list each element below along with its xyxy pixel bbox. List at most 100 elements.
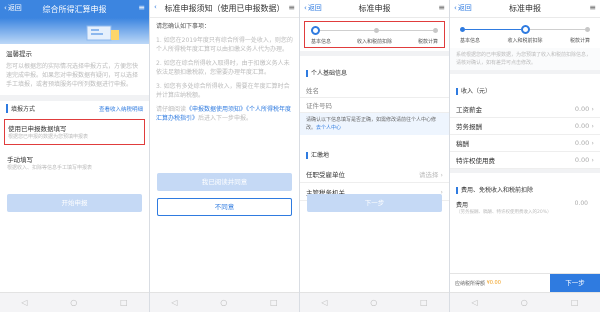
page-title: 标准申报 — [358, 4, 391, 13]
system-navbar: ◁ ○ □ — [0, 292, 149, 312]
panel-4: ‹ 返回 标准申报 ≡ 基本信息 收入和税前扣除 税款计算 系统根据您的已申报数据… — [450, 0, 600, 312]
footer-bar: 应纳税所得额 ¥0.00 下一步 — [450, 273, 600, 292]
start-button[interactable]: 开始申报 — [7, 194, 142, 212]
footer-value: ¥0.00 — [486, 280, 501, 286]
back-button[interactable]: ‹ 返回 — [304, 3, 322, 13]
more-icon[interactable]: ≡ — [288, 3, 295, 12]
income-row[interactable]: 稿酬 0.00 › — [450, 135, 600, 152]
system-navbar: ◁ ○ □ — [450, 292, 600, 312]
step-label: 收入和税前扣除 — [507, 38, 543, 44]
step-labels: 基本信息 收入和税前扣除 税款计算 — [460, 37, 590, 44]
cost-row[interactable]: 费用 （劳务报酬、稿酬、特许权使用费收入的20%） 0.00 — [450, 200, 600, 216]
panel-1: ‹ 返回 综合所得汇算申报 ≡ 温馨提示 您可以根据您的实际情况选择申报方式，方便… — [0, 0, 150, 312]
step-label: 税款计算 — [417, 39, 438, 45]
notice-section: 温馨提示 您可以根据您的实际情况选择申报方式，方便您快速完成申报。如果您对申报数… — [0, 44, 149, 93]
notice-body: 请您确认如下事项： 1. 如您在2019年度只有综合所得一处收入，则您的个人所得… — [150, 18, 299, 127]
step-labels: 基本信息 收入和税前扣除 税款计算 — [311, 38, 438, 45]
chevron-right-icon: › — [589, 105, 594, 113]
recent-nav-icon[interactable]: □ — [571, 298, 579, 307]
notice-text: 系统根据您的已申报数据，为您预填了收入和税前扣除信息，请核对确认，如有差异可点击… — [450, 48, 600, 70]
panel-2: ‹ 标准申报须知（使用已申报数据） ≡ 请您确认如下事项： 1. 如您在2019… — [150, 0, 300, 312]
income-value: 0.00 › — [574, 139, 594, 147]
more-icon[interactable]: ≡ — [438, 3, 445, 12]
page-title: 综合所得汇算申报 — [42, 4, 107, 14]
item-2: 2. 如您在综合所得收入取得时，由于扣缴义务人未依法足额扣缴税款，您需要办理年度… — [156, 60, 290, 76]
income-list: 工资薪金 0.00 › 劳务报酬 0.00 › 稿酬 0.00 › 特许权使用费 0.00 › — [450, 101, 600, 169]
recent-nav-icon[interactable]: □ — [420, 298, 428, 307]
back-nav-icon[interactable]: ◁ — [21, 298, 27, 307]
back-button[interactable]: ‹ — [154, 3, 157, 11]
notice-title: 温馨提示 — [6, 50, 32, 58]
home-nav-icon[interactable]: ○ — [370, 298, 377, 307]
income-row[interactable]: 特许权使用费 0.00 › — [450, 152, 600, 169]
banner — [0, 18, 149, 44]
back-nav-icon[interactable]: ◁ — [321, 298, 327, 307]
step-label: 收入和税前扣除 — [356, 39, 392, 45]
chevron-left-icon: ‹ — [154, 3, 157, 11]
area-row[interactable]: 任职受雇单位 请选择 › — [300, 165, 449, 183]
item-3: 3. 如您有多处综合所得收入，需要在年度汇算时合并计算应纳税额。 — [156, 83, 290, 99]
next-button[interactable]: 下一步 — [550, 274, 600, 292]
chevron-right-icon: › — [589, 156, 594, 164]
cost-note: （劳务报酬、稿酬、特许权使用费收入的20%） — [456, 210, 552, 215]
header: ‹ 返回 综合所得汇算申报 ≡ — [0, 0, 149, 18]
agree-button[interactable]: 我已阅读并同意 — [157, 173, 292, 191]
back-nav-icon[interactable]: ◁ — [171, 298, 177, 307]
chevron-right-icon: › — [589, 122, 594, 130]
cost-section: 费用、免税收入和税前扣除 — [450, 173, 600, 200]
home-nav-icon[interactable]: ○ — [220, 298, 227, 307]
income-value: 0.00 › — [574, 105, 594, 113]
back-nav-icon[interactable]: ◁ — [472, 298, 478, 307]
page-title: 标准申报 — [509, 4, 541, 13]
step-label: 基本信息 — [311, 39, 332, 45]
banner-illustration-icon — [86, 25, 119, 41]
method-link[interactable]: 查看收入纳税明细 — [99, 105, 143, 113]
chevron-left-icon: ‹ — [454, 4, 457, 12]
method-label: 填报方式 — [6, 104, 35, 113]
cost-value: 0.00 — [574, 200, 588, 207]
recent-nav-icon[interactable]: □ — [270, 298, 278, 307]
section-title: 个人基础信息 — [306, 70, 348, 77]
option-manual[interactable]: 手动填写 根据收入、扣除等信息手工填写申报表 — [4, 151, 145, 177]
home-nav-icon[interactable]: ○ — [70, 298, 77, 307]
basic-info-section: 个人基础信息 — [300, 56, 449, 83]
back-button[interactable]: ‹ 返回 — [454, 3, 472, 13]
disagree-button[interactable]: 不同意 — [157, 198, 292, 216]
income-value: 0.00 › — [574, 156, 594, 164]
home-nav-icon[interactable]: ○ — [521, 298, 528, 307]
step-dot — [585, 27, 590, 32]
more-icon[interactable]: ≡ — [138, 3, 145, 12]
item-1: 1. 如您在2019年度只有综合所得一处收入，则您的个人所得税年度汇算可以由扣缴… — [156, 37, 293, 53]
option-use-declared[interactable]: 使用已申报数据填写 根据您已申报的数据为您预填申报表 — [4, 119, 145, 145]
step-dot-active — [311, 26, 320, 35]
tax-section: 汇缴地 — [300, 138, 449, 165]
chevron-left-icon: ‹ — [4, 4, 7, 12]
area-value: 请选择 › — [418, 170, 443, 179]
section-title: 收入（元） — [456, 88, 492, 95]
chevron-right-icon: › — [589, 139, 594, 147]
step-dot — [433, 28, 438, 33]
income-row[interactable]: 工资薪金 0.00 › — [450, 101, 600, 118]
method-row: 填报方式 查看收入纳税明细 — [0, 101, 149, 116]
cost-label: 费用 — [456, 202, 469, 209]
option-subtitle: 根据您已申报的数据为您预填申报表 — [8, 134, 89, 140]
more-icon[interactable]: ≡ — [589, 3, 596, 12]
intro-text: 请您确认如下事项： — [156, 23, 211, 30]
area-label: 任职受雇单位 — [306, 170, 345, 179]
income-label: 工资薪金 — [456, 106, 482, 114]
tip-link[interactable]: 去个人中心 — [316, 125, 341, 131]
income-label: 劳务报酬 — [456, 123, 482, 131]
back-button[interactable]: ‹ 返回 — [4, 3, 22, 13]
income-row[interactable]: 劳务报酬 0.00 › — [450, 118, 600, 135]
page-title: 标准申报须知（使用已申报数据） — [164, 4, 285, 13]
step-dot-active — [520, 25, 530, 34]
income-section: 收入（元） — [450, 74, 600, 101]
income-value: 0.00 › — [574, 122, 594, 130]
next-button[interactable]: 下一步 — [307, 194, 442, 212]
recent-nav-icon[interactable]: □ — [120, 298, 128, 307]
link-usage[interactable]: 《申报数据使用须知》 — [186, 106, 246, 113]
step-track — [311, 26, 438, 35]
system-navbar: ◁ ○ □ — [300, 292, 449, 312]
step-label: 基本信息 — [460, 38, 481, 44]
section-title: 汇缴地 — [306, 152, 330, 159]
